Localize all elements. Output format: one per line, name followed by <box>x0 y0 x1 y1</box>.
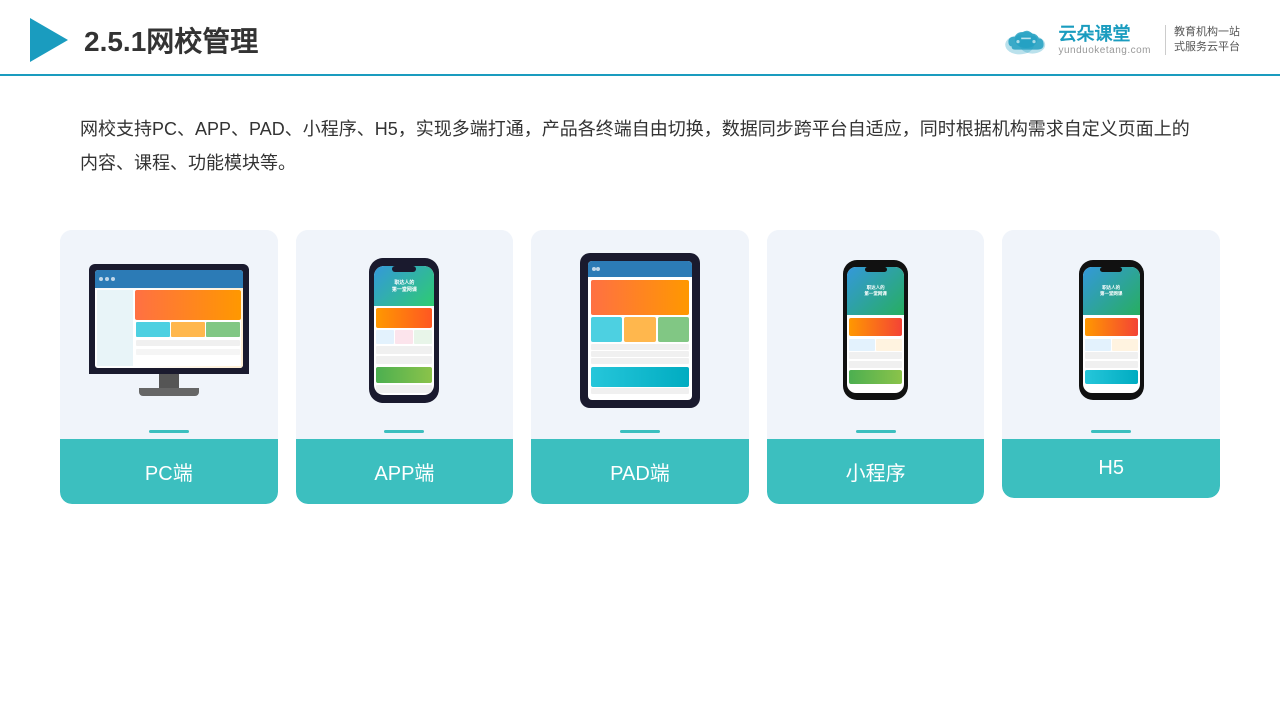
phone-h5-icon: 职达人的第一堂网课 <box>1079 260 1144 400</box>
phone-miniapp-icon: 职达人的第一堂网课 <box>843 260 908 400</box>
card-miniapp-label: 小程序 <box>767 439 985 504</box>
card-h5: 职达人的第一堂网课 H5 <box>1002 230 1220 498</box>
card-pad-image <box>531 230 749 430</box>
header: 2.5.1网校管理 云朵课堂 yunduoketang.com 教育机构一站 式… <box>0 0 1280 76</box>
card-pc-image <box>60 230 278 430</box>
card-pad-label: PAD端 <box>531 439 749 504</box>
card-app-image: 职达人的第一堂网课 <box>296 230 514 430</box>
header-right: 云朵课堂 yunduoketang.com 教育机构一站 式服务云平台 <box>1002 22 1240 58</box>
phone-app-icon: 职达人的第一堂网课 <box>369 258 439 403</box>
card-pc-label: PC端 <box>60 439 278 504</box>
header-left: 2.5.1网校管理 <box>30 18 258 62</box>
card-pc: PC端 <box>60 230 278 504</box>
card-app: 职达人的第一堂网课 <box>296 230 514 504</box>
logo-triangle-icon <box>30 18 68 62</box>
card-h5-label: H5 <box>1002 439 1220 498</box>
card-miniapp-image: 职达人的第一堂网课 <box>767 230 985 430</box>
brand-url: yunduoketang.com <box>1058 45 1151 56</box>
page-title: 2.5.1网校管理 <box>84 20 258 60</box>
brand-name: 云朵课堂 <box>1058 24 1130 46</box>
description-text: 网校支持PC、APP、PAD、小程序、H5，实现多端打通，产品各终端自由切换，数… <box>80 112 1200 180</box>
brand-text: 云朵课堂 yunduoketang.com <box>1058 24 1151 57</box>
card-h5-image: 职达人的第一堂网课 <box>1002 230 1220 430</box>
brand-slogan: 教育机构一站 式服务云平台 <box>1165 25 1240 56</box>
tablet-icon <box>580 253 700 408</box>
cloud-icon <box>1002 22 1050 58</box>
description: 网校支持PC、APP、PAD、小程序、H5，实现多端打通，产品各终端自由切换，数… <box>0 76 1280 200</box>
card-app-label: APP端 <box>296 439 514 504</box>
card-miniapp: 职达人的第一堂网课 小程序 <box>767 230 985 504</box>
brand-logo: 云朵课堂 yunduoketang.com <box>1002 22 1151 58</box>
cards-container: PC端 职达人的第一堂网课 <box>0 210 1280 534</box>
pc-monitor-icon <box>89 264 249 396</box>
card-pad: PAD端 <box>531 230 749 504</box>
